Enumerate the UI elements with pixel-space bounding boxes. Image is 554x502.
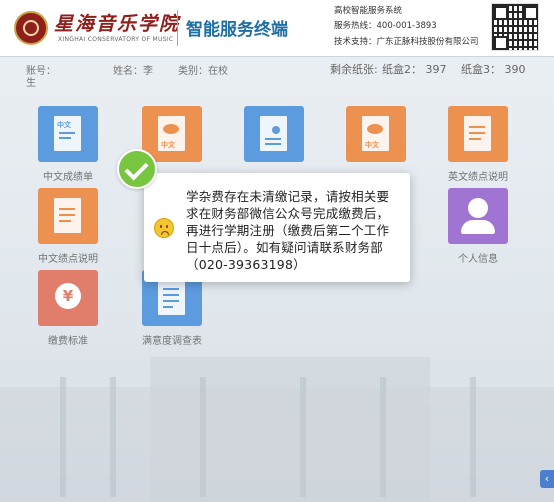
school-emblem-logo xyxy=(14,11,48,45)
service-hotline: 服务热线：400-001-3893 xyxy=(334,21,437,31)
tech-support: 技术支持：广东正脉科技股份有限公司 xyxy=(334,37,479,47)
chevron-left-icon[interactable]: ‹ xyxy=(540,470,554,488)
sad-face-icon xyxy=(154,218,174,238)
terminal-title: 智能服务终端 xyxy=(186,20,288,40)
header-divider xyxy=(177,10,178,46)
qr-code-icon xyxy=(491,3,539,51)
alert-message: 学杂费存在未清缴记录，请按相关要求在财务部微信公众号完成缴费后，再进行学期注册（… xyxy=(186,189,390,272)
school-name-cn: 星海音乐学院 xyxy=(54,13,181,35)
school-name-en: XINGHAI CONSERVATORY OF MUSIC xyxy=(58,36,174,43)
alert-dialog: 学杂费存在未清缴记录，请按相关要求在财务部微信公众号完成缴费后，再进行学期注册（… xyxy=(144,173,410,282)
header: 星海音乐学院 XINGHAI CONSERVATORY OF MUSIC 智能服… xyxy=(0,0,554,57)
check-icon xyxy=(117,149,157,189)
system-name: 高校智能服务系统 xyxy=(334,6,403,16)
